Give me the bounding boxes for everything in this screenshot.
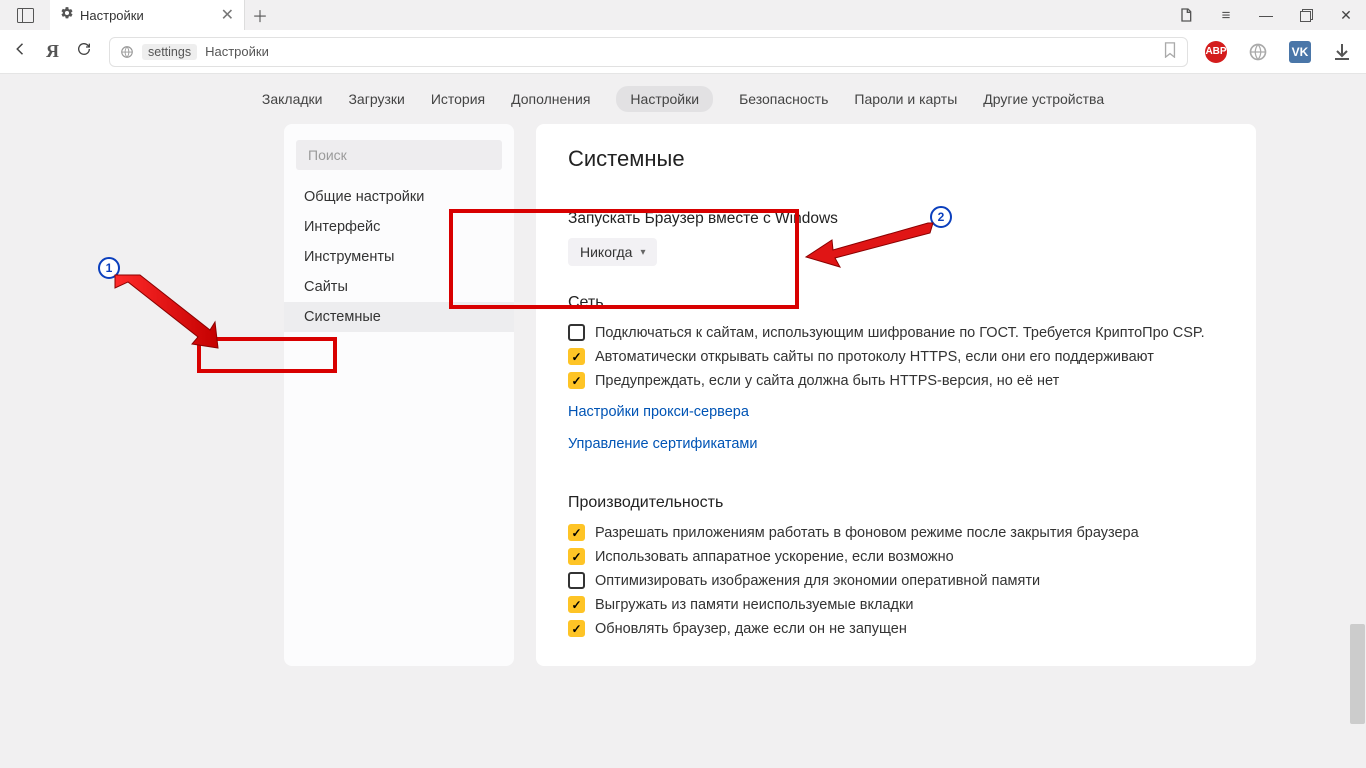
chevron-down-icon: ▾ <box>640 247 645 258</box>
reading-mode-icon[interactable] <box>1166 0 1206 30</box>
maximize-button[interactable] <box>1286 0 1326 30</box>
performance-row-4: Обновлять браузер, даже если он не запущ… <box>568 620 1224 637</box>
reload-button[interactable] <box>73 41 95 62</box>
network-row-0: Подключаться к сайтам, использующим шифр… <box>568 324 1224 341</box>
performance-row-1: Использовать аппаратное ускорение, если … <box>568 548 1224 565</box>
sidebar-item-2[interactable]: Инструменты <box>284 242 514 272</box>
proxy-settings-link[interactable]: Настройки прокси-сервера <box>568 404 749 420</box>
network-checkbox-1[interactable] <box>568 348 585 365</box>
sidebar-item-3[interactable]: Сайты <box>284 272 514 302</box>
topnav-item-0[interactable]: Закладки <box>262 91 323 107</box>
page-title: Системные <box>568 146 1224 172</box>
bookmark-icon[interactable] <box>1163 42 1177 62</box>
startup-dropdown[interactable]: Никогда ▾ <box>568 238 657 266</box>
tab-title: Настройки <box>80 8 215 23</box>
performance-heading: Производительность <box>568 494 1224 512</box>
performance-label-0[interactable]: Разрешать приложениям работать в фоновом… <box>595 525 1139 541</box>
network-label-2[interactable]: Предупреждать, если у сайта должна быть … <box>595 373 1059 389</box>
gear-icon <box>60 6 74 25</box>
network-checkbox-0[interactable] <box>568 324 585 341</box>
performance-label-3[interactable]: Выгружать из памяти неиспользуемые вклад… <box>595 597 913 613</box>
address-host: settings <box>142 44 197 60</box>
topnav-item-2[interactable]: История <box>431 91 485 107</box>
network-heading: Сеть <box>568 294 1224 312</box>
startup-section: Запускать Браузер вместе с Windows Никог… <box>568 194 1224 276</box>
dropdown-value: Никогда <box>580 244 632 260</box>
vk-extension-icon[interactable]: VK <box>1286 38 1314 66</box>
topnav-item-4[interactable]: Настройки <box>616 86 713 112</box>
titlebar: Настройки ✕ ＋ ≡ — ✕ <box>0 0 1366 30</box>
performance-checkbox-0[interactable] <box>568 524 585 541</box>
settings-topnav: Закладки Загрузки История Дополнения Настрой… <box>0 74 1366 124</box>
certificates-link[interactable]: Управление сертификатами <box>568 436 757 452</box>
close-tab-icon[interactable]: ✕ <box>221 5 234 25</box>
browser-toolbar: Я settings Настройки ABP VK <box>0 30 1366 74</box>
performance-label-4[interactable]: Обновлять браузер, даже если он не запущ… <box>595 621 907 637</box>
menu-icon[interactable]: ≡ <box>1206 0 1246 30</box>
performance-label-1[interactable]: Использовать аппаратное ускорение, если … <box>595 549 954 565</box>
network-checkbox-2[interactable] <box>568 372 585 389</box>
performance-label-2[interactable]: Оптимизировать изображения для экономии … <box>595 573 1040 589</box>
performance-row-3: Выгружать из памяти неиспользуемые вклад… <box>568 596 1224 613</box>
settings-main-panel: Системные Запускать Браузер вместе с Win… <box>536 124 1256 666</box>
sidebar-item-1[interactable]: Интерфейс <box>284 212 514 242</box>
network-row-2: Предупреждать, если у сайта должна быть … <box>568 372 1224 389</box>
topnav-item-6[interactable]: Пароли и карты <box>854 91 957 107</box>
back-button[interactable] <box>10 40 32 63</box>
sidebar-search-input[interactable]: Поиск <box>296 140 502 170</box>
topnav-item-5[interactable]: Безопасность <box>739 91 828 107</box>
minimize-button[interactable]: — <box>1246 0 1286 30</box>
network-label-0[interactable]: Подключаться к сайтам, использующим шифр… <box>595 325 1205 341</box>
performance-checkbox-4[interactable] <box>568 620 585 637</box>
performance-checkbox-2[interactable] <box>568 572 585 589</box>
network-row-1: Автоматически открывать сайты по протоко… <box>568 348 1224 365</box>
topnav-item-1[interactable]: Загрузки <box>348 91 404 107</box>
globe-icon[interactable] <box>1244 38 1272 66</box>
address-bar[interactable]: settings Настройки <box>109 37 1188 67</box>
performance-checkbox-3[interactable] <box>568 596 585 613</box>
address-path: Настройки <box>205 44 269 59</box>
startup-label: Запускать Браузер вместе с Windows <box>568 210 1224 228</box>
performance-checkbox-1[interactable] <box>568 548 585 565</box>
sidebar-item-4[interactable]: Системные <box>284 302 514 332</box>
performance-row-2: Оптимизировать изображения для экономии … <box>568 572 1224 589</box>
abp-extension-icon[interactable]: ABP <box>1202 38 1230 66</box>
close-window-button[interactable]: ✕ <box>1326 0 1366 30</box>
network-label-1[interactable]: Автоматически открывать сайты по протоко… <box>595 349 1154 365</box>
scrollbar-thumb[interactable] <box>1350 624 1365 724</box>
settings-sidebar: Поиск Общие настройкиИнтерфейсИнструмент… <box>284 124 514 666</box>
downloads-icon[interactable] <box>1328 38 1356 66</box>
sidebar-item-0[interactable]: Общие настройки <box>284 182 514 212</box>
topnav-item-3[interactable]: Дополнения <box>511 91 590 107</box>
yandex-logo-icon[interactable]: Я <box>46 41 59 62</box>
sidebar-toggle-button[interactable] <box>0 0 50 30</box>
new-tab-button[interactable]: ＋ <box>245 0 275 30</box>
browser-tab[interactable]: Настройки ✕ <box>50 0 245 30</box>
site-icon <box>120 45 134 59</box>
topnav-item-7[interactable]: Другие устройства <box>983 91 1104 107</box>
performance-row-0: Разрешать приложениям работать в фоновом… <box>568 524 1224 541</box>
